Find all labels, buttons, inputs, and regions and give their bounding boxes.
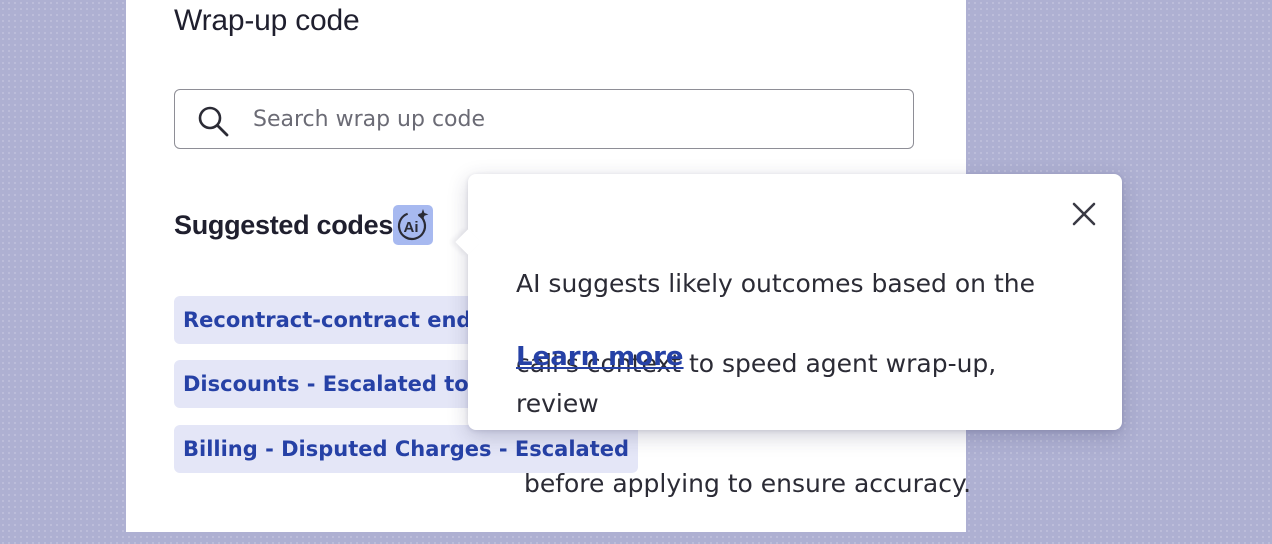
suggested-codes-title: Suggested codes xyxy=(174,209,394,240)
popover-description: AI suggests likely outcomes based on the… xyxy=(516,224,1086,544)
ai-sparkle-icon[interactable]: Ai xyxy=(393,205,434,245)
suggested-header: Suggested codes Ai xyxy=(174,205,434,245)
svg-text:Ai: Ai xyxy=(404,219,419,236)
panel-title: Wrap-up code xyxy=(174,4,360,37)
search-box[interactable] xyxy=(174,89,914,149)
popover-text-line: before applying to ensure accuracy. xyxy=(516,469,972,498)
search-icon xyxy=(197,105,229,137)
popover-text-line: AI suggests likely outcomes based on the xyxy=(516,269,1035,298)
ai-info-popover: AI suggests likely outcomes based on the… xyxy=(455,174,1122,498)
suggested-code-chip[interactable]: Recontract-contract end-d xyxy=(174,296,505,344)
search-input[interactable] xyxy=(253,102,883,136)
suggested-code-chip[interactable]: Discounts - Escalated to TL xyxy=(174,360,513,408)
learn-more-link[interactable]: Learn more xyxy=(516,342,684,372)
